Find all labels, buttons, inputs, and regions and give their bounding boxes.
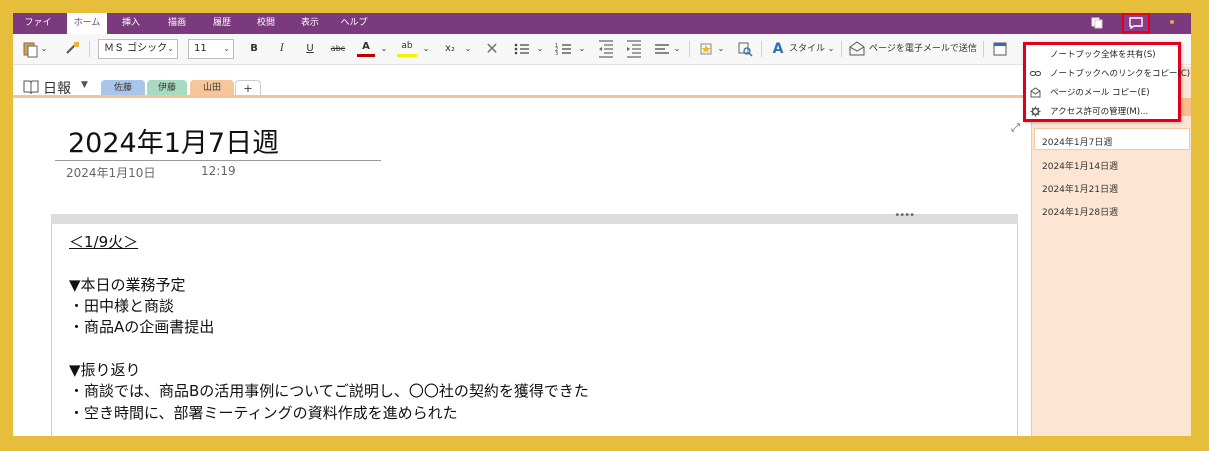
font-color-button[interactable]: A [357,39,375,57]
increase-indent-icon[interactable] [625,39,643,59]
page-list-item[interactable]: 2024年1月28日週 [1042,205,1118,218]
clear-format-icon[interactable]: ✕ [483,39,501,59]
add-section-button[interactable]: + [235,80,261,96]
font-size-select[interactable]: 11 ⌄ [188,39,234,59]
section-tab-sato[interactable]: 佐藤 [101,80,145,96]
note-line[interactable]: ・商品Aの企画書提出 [69,316,214,337]
bold-button[interactable]: B [245,39,263,59]
comment-icon [1129,17,1143,29]
format-painter-icon[interactable] [63,39,81,59]
align-icon[interactable] [653,39,671,59]
note-container[interactable]: ＜1/9火＞ ▼本日の業務予定 ・田中様と商談 ・商品Aの企画書提出 ▼振り返り… [51,224,1018,436]
pages-icon[interactable] [1091,17,1103,29]
tab-insert[interactable]: 挿入 [117,13,145,34]
numbered-list-icon[interactable]: 123 [554,39,574,59]
note-line[interactable]: ＜1/9火＞ [69,231,138,252]
chevron-down-icon[interactable]: ⌄ [421,39,431,59]
underline-button[interactable]: U [301,39,319,59]
notebook-icon[interactable] [23,80,39,94]
page-list-item[interactable]: 2024年1月21日週 [1042,182,1118,195]
toolbar-separator [761,41,762,57]
note-line[interactable]: ・田中様と商談 [69,295,174,316]
menu-item-copy-link[interactable]: ノートブックへのリンクをコピー(C) [1026,64,1190,83]
paste-icon[interactable] [21,39,39,59]
section-tab-ito[interactable]: 伊藤 [147,80,187,96]
page-list-item[interactable]: 2024年1月7日週 [1042,135,1112,148]
home-toolbar: ⌄ ＭＳ ゴシック ⌄ 11 ⌄ B I U abc A ⌄ ab ⌄ x₂ ⌄… [13,34,1191,65]
chevron-down-icon[interactable]: ⌄ [577,39,587,59]
expand-icon[interactable]: ⤢ [1011,121,1020,135]
tab-review[interactable]: 校閲 [252,13,280,34]
tab-draw[interactable]: 描画 [163,13,191,34]
paste-dropdown-icon[interactable]: ⌄ [39,39,49,59]
chevron-down-icon[interactable]: ⌄ [826,39,836,59]
notification-dot [1170,20,1174,24]
mail-icon [1030,87,1041,98]
menu-item-label: ノートブックへのリンクをコピー(C) [1050,69,1191,79]
link-icon [1030,71,1041,76]
svg-text:3: 3 [555,51,558,57]
section-bar: 日報 ▼ 佐藤 伊藤 山田 + [13,66,1031,97]
chevron-down-icon: ⌄ [223,44,230,53]
note-line[interactable]: ▼本日の業務予定 [69,274,186,295]
chevron-down-icon[interactable]: ⌄ [535,39,545,59]
menu-item-email-copy[interactable]: ページのメール コピー(E) [1026,83,1178,102]
tab-file[interactable]: ファイル [21,13,55,49]
italic-button[interactable]: I [273,39,291,59]
page-time: 12:19 [201,164,236,178]
chevron-down-icon: ⌄ [167,44,174,53]
strikethrough-button[interactable]: abc [327,39,349,59]
tab-help[interactable]: ヘルプ [339,13,369,34]
gear-icon [1030,106,1041,117]
chevron-down-icon[interactable]: ⌄ [672,39,682,59]
share-menu: ノートブック全体を共有(S) ノートブックへのリンクをコピー(C) ページのメー… [1023,42,1190,122]
note-line[interactable]: ▼振り返り [69,359,141,380]
toolbar-separator [983,41,984,57]
ribbon-tab-bar: ファイル ホーム 挿入 描画 履歴 校閲 表示 ヘルプ [13,13,1191,49]
menu-item-label: ノートブック全体を共有(S) [1050,50,1156,60]
tab-home[interactable]: ホーム [67,13,107,34]
tab-history[interactable]: 履歴 [208,13,236,34]
chevron-down-icon[interactable]: ⌄ [463,39,473,59]
font-name-select[interactable]: ＭＳ ゴシック ⌄ [98,39,178,59]
email-page-button[interactable]: ページを電子メールで送信 [869,39,981,59]
title-underline [55,160,381,161]
chevron-down-icon[interactable]: ⌄ [716,39,726,59]
decrease-indent-icon[interactable] [597,39,615,59]
font-name-value: ＭＳ ゴシック [104,43,168,54]
tab-view[interactable]: 表示 [296,13,324,34]
toolbar-separator [689,41,690,57]
toolbar-separator [841,41,842,57]
font-size-value: 11 [194,43,207,54]
highlight-button[interactable]: ab [397,39,417,57]
note-line[interactable]: ・商談では、商品Bの活用事例についてご説明し、〇〇社の契約を獲得できた [69,380,589,401]
find-tags-icon[interactable] [736,39,754,59]
page-date: 2024年1月10日 [66,166,156,180]
tag-icon[interactable] [697,39,715,59]
bullet-list-icon[interactable] [512,39,532,59]
page-canvas[interactable]: 2024年1月7日週 2024年1月10日 12:19 ⤢ •••• ＜1/9火… [13,98,1031,436]
menu-item-label: アクセス許可の管理(M)... [1050,107,1149,117]
styles-icon[interactable]: A [768,39,788,59]
menu-item-share-notebook[interactable]: ノートブック全体を共有(S) [1026,45,1178,64]
menu-item-label: ページのメール コピー(E) [1050,88,1150,98]
onenote-window: ファイル ホーム 挿入 描画 履歴 校閲 表示 ヘルプ ⌄ [13,13,1191,436]
share-button[interactable] [1122,13,1150,33]
note-container-handle[interactable]: •••• [51,210,1018,224]
note-line[interactable]: ・空き時間に、部署ミーティングの資料作成を進められた [69,402,458,423]
meeting-details-icon[interactable] [991,39,1009,59]
page-title[interactable]: 2024年1月7日週 [68,121,279,160]
email-icon[interactable] [848,39,866,59]
caret-down-icon[interactable]: ▼ [81,80,88,90]
subscript-button[interactable]: x₂ [441,39,459,59]
page-list-item[interactable]: 2024年1月14日週 [1042,159,1118,172]
share-icon [1030,49,1041,60]
chevron-down-icon[interactable]: ⌄ [379,39,389,59]
menu-item-manage-access[interactable]: アクセス許可の管理(M)... [1026,102,1178,121]
drag-handle-icon[interactable]: •••• [894,210,915,221]
toolbar-separator [89,41,90,57]
